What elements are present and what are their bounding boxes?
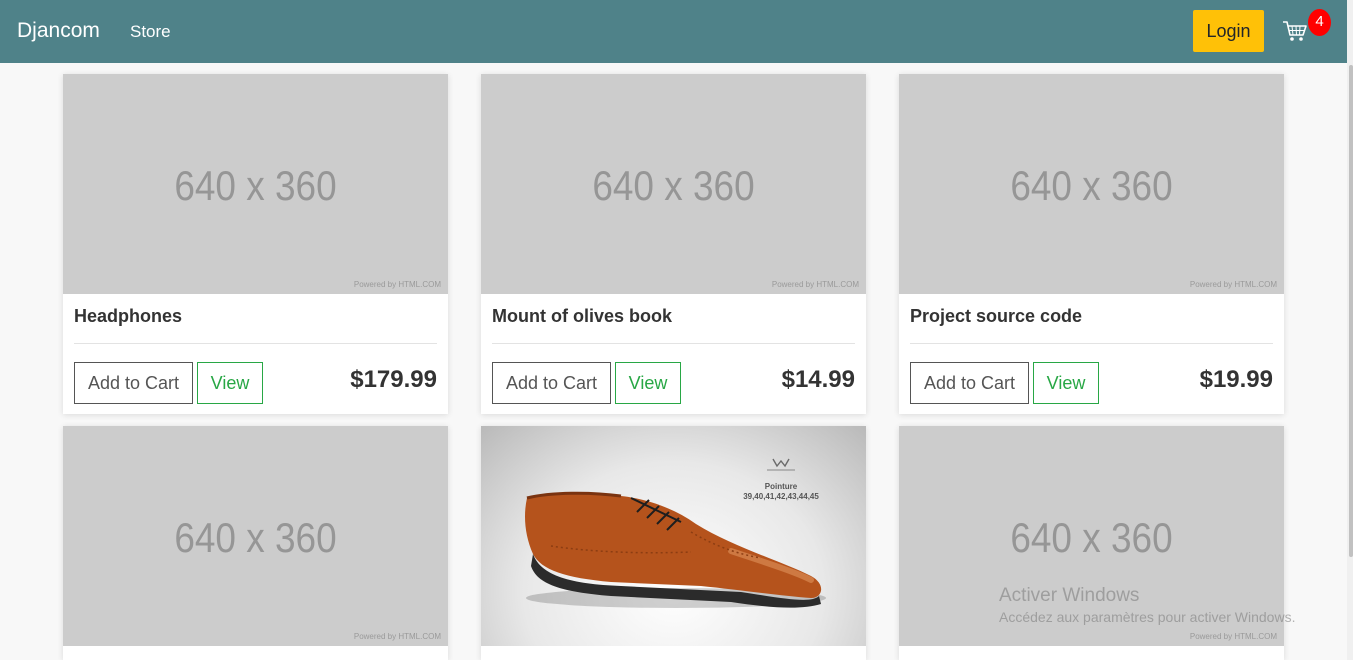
navbar: Djancom Store Login (0, 0, 1347, 63)
product-image: 640 x 360 Powered by HTML.COM (63, 426, 448, 646)
product-card: 640 x 360 Powered by HTML.COM (63, 426, 448, 660)
shoe-illustration (525, 458, 826, 608)
product-price: $14.99 (781, 366, 855, 393)
windows-activation-watermark: Activer Windows Accédez aux paramètres p… (999, 585, 1295, 625)
nav-link-store[interactable]: Store (130, 22, 171, 42)
powered-by-text: Powered by HTML.COM (1189, 280, 1277, 289)
product-image: 640 x 360 Powered by HTML.COM (481, 74, 866, 294)
product-title: Project source code (910, 306, 1083, 326)
view-button[interactable]: View (1033, 362, 1099, 404)
product-price: $19.99 (1199, 366, 1273, 393)
product-price: $179.99 (350, 366, 437, 393)
product-title: Mount of olives book (492, 306, 672, 326)
add-to-cart-button[interactable]: Add to Cart (74, 362, 193, 404)
product-image: 640 x 360 Powered by HTML.COM (63, 74, 448, 294)
placeholder-text: 640 x 360 (174, 162, 337, 209)
placeholder-text: 640 x 360 (592, 162, 755, 209)
placeholder-text: 640 x 360 (174, 514, 337, 561)
watermark-subtitle: Accédez aux paramètres pour activer Wind… (999, 609, 1296, 625)
brand-logo[interactable]: Djancom (17, 19, 100, 43)
add-to-cart-button[interactable]: Add to Cart (910, 362, 1029, 404)
product-card: 640 x 360 Powered by HTML.COM Mount of o… (481, 74, 866, 414)
product-card: 640 x 360 Powered by HTML.COM Headphones… (63, 74, 448, 414)
shoe-size-text: Pointure 39,40,41,42,43,44,45 (743, 482, 819, 501)
powered-by-text: Powered by HTML.COM (353, 632, 441, 641)
product-image: 640 x 360 Powered by HTML.COM (899, 74, 1284, 294)
shopping-cart-icon[interactable] (1282, 18, 1308, 44)
scrollbar-thumb[interactable] (1349, 65, 1353, 557)
powered-by-text: Powered by HTML.COM (771, 280, 859, 289)
cart-count-badge: 4 (1308, 9, 1331, 36)
placeholder-text: 640 x 360 (1010, 514, 1173, 561)
divider (74, 343, 437, 344)
divider (492, 343, 855, 344)
product-card: 640 x 360 Powered by HTML.COM Project so… (899, 74, 1284, 414)
view-button[interactable]: View (615, 362, 681, 404)
product-card: Pointure 39,40,41,42,43,44,45 (481, 426, 866, 660)
shoe-product-image: Pointure 39,40,41,42,43,44,45 (481, 426, 866, 646)
view-button[interactable]: View (197, 362, 263, 404)
login-button[interactable]: Login (1193, 10, 1264, 52)
powered-by-text: Powered by HTML.COM (353, 280, 441, 289)
watermark-title: Activer Windows (999, 585, 1140, 606)
add-to-cart-button[interactable]: Add to Cart (492, 362, 611, 404)
placeholder-text: 640 x 360 (1010, 162, 1173, 209)
product-title: Headphones (74, 306, 183, 326)
powered-by-text: Powered by HTML.COM (1189, 632, 1277, 641)
divider (910, 343, 1273, 344)
